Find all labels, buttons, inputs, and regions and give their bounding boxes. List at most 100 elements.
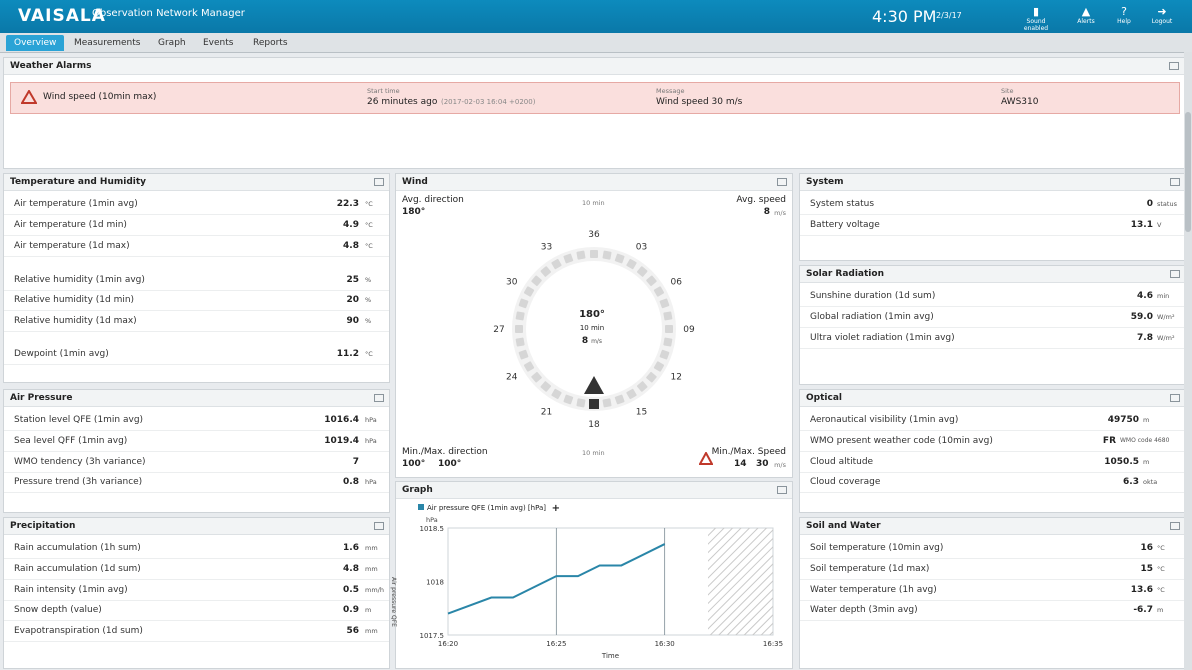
measurement-label: Rain accumulation (1h sum) xyxy=(14,543,141,553)
measurement-value: 13.1 xyxy=(1130,220,1153,230)
measurement-value: 6.3 xyxy=(1123,477,1139,487)
optical-panel: Optical Aeronautical visibility (1min av… xyxy=(799,389,1186,513)
measurement-label: Pressure trend (3h variance) xyxy=(14,477,143,487)
measurement-unit: mm xyxy=(365,627,378,635)
measurement-unit: okta xyxy=(1143,478,1158,486)
measurement-value: 90 xyxy=(346,316,359,326)
measurement-row: Global radiation (1min avg) 59.0 W/m² xyxy=(800,307,1185,328)
maximize-icon[interactable] xyxy=(374,394,384,402)
measurement-value: 4.8 xyxy=(343,564,359,574)
measurement-label: System status xyxy=(810,199,875,209)
maximize-icon[interactable] xyxy=(374,522,384,530)
message-caption: Message xyxy=(656,87,685,95)
maximize-icon[interactable] xyxy=(1170,394,1180,402)
avg-direction-label: Avg. direction xyxy=(402,195,464,205)
measurement-row: Sunshine duration (1d sum) 4.6 min xyxy=(800,286,1185,307)
min-direction-value: 100° xyxy=(402,459,426,469)
compass-label: 03 xyxy=(636,243,647,253)
maximize-icon[interactable] xyxy=(777,178,787,186)
min-speed-value: 14 xyxy=(734,459,747,469)
maximize-icon[interactable] xyxy=(1170,522,1180,530)
temperature-humidity-panel: Temperature and Humidity Air temperature… xyxy=(3,173,390,383)
compass-segment xyxy=(590,250,598,258)
compass-label: 06 xyxy=(671,278,683,288)
maximize-icon[interactable] xyxy=(1169,62,1179,70)
measurement-label: Sea level QFF (1min avg) xyxy=(14,436,128,446)
message-value: Wind speed 30 m/s xyxy=(656,97,743,107)
measurement-row: Water temperature (1h avg) 13.6 °C xyxy=(800,580,1185,601)
measurement-row: Rain intensity (1min avg) 0.5 mm/h xyxy=(4,580,389,601)
tab-measurements[interactable]: Measurements xyxy=(66,35,148,51)
measurement-unit: V xyxy=(1157,221,1162,229)
maximize-icon[interactable] xyxy=(374,178,384,186)
measurement-row: System status 0 status xyxy=(800,194,1185,215)
page-scrollbar[interactable] xyxy=(1184,52,1192,670)
maximize-icon[interactable] xyxy=(1170,178,1180,186)
measurement-value: 1019.4 xyxy=(324,436,359,446)
tab-events[interactable]: Events xyxy=(195,35,241,51)
measurement-label: Rain accumulation (1d sum) xyxy=(14,564,141,574)
measurement-label: Cloud altitude xyxy=(810,457,874,467)
future-region xyxy=(708,528,773,635)
max-speed-unit: m/s xyxy=(774,461,786,469)
alerts-label: Alerts xyxy=(1077,18,1095,25)
measurement-label: Relative humidity (1min avg) xyxy=(14,275,145,285)
site-value: AWS310 xyxy=(1001,97,1039,107)
pressure-line-chart[interactable]: 1017.5 1018 1018.5 16:20 16:25 16:30 16:35 Time xyxy=(396,482,792,668)
tab-reports[interactable]: Reports xyxy=(245,35,296,51)
compass-segment xyxy=(663,337,673,347)
measurement-unit: status xyxy=(1157,200,1177,208)
measurement-value: 0.9 xyxy=(343,605,359,615)
help-button[interactable]: ? Help xyxy=(1104,5,1144,25)
scrollbar-thumb[interactable] xyxy=(1185,112,1191,232)
measurement-value: 7 xyxy=(352,457,359,467)
compass-segment xyxy=(515,337,525,347)
sound-enabled-button[interactable]: ▮ Sound enabled xyxy=(1016,5,1056,32)
measurement-value: 1050.5 xyxy=(1104,457,1139,467)
measurement-row: Dewpoint (1min avg) 11.2 °C xyxy=(4,344,389,365)
measurement-value: 25 xyxy=(346,275,359,285)
measurement-value: 4.9 xyxy=(343,220,359,230)
measurement-value: 20 xyxy=(346,295,359,305)
avg-speed-value: 8 xyxy=(763,207,770,217)
wind-bottom-caption: 10 min xyxy=(582,449,605,457)
measurement-row: Relative humidity (1d max) 90% xyxy=(4,311,389,332)
compass-segment xyxy=(576,398,586,408)
logout-label: Logout xyxy=(1151,18,1173,25)
measurement-unit: °C xyxy=(365,350,373,358)
soil-water-panel: Soil and Water Soil temperature (10min a… xyxy=(799,517,1186,669)
start-time-detail: (2017-02-03 16:04 +0200) xyxy=(441,98,536,106)
compass-segment xyxy=(515,325,523,333)
measurement-row: Pressure trend (3h variance) 0.8 hPa xyxy=(4,472,389,493)
measurement-unit: °C xyxy=(1157,586,1165,594)
compass-label: 27 xyxy=(493,325,504,335)
measurement-row: Sea level QFF (1min avg) 1019.4 hPa xyxy=(4,431,389,452)
alerts-button[interactable]: ▲ Alerts xyxy=(1066,5,1106,25)
measurement-unit: % xyxy=(365,317,372,325)
precipitation-panel: Precipitation Rain accumulation (1h sum)… xyxy=(3,517,390,669)
help-label: Help xyxy=(1117,18,1131,25)
measurement-unit: °C xyxy=(1157,544,1165,552)
measurement-unit: mm xyxy=(365,565,378,573)
alarm-row[interactable]: Wind speed (10min max) Start time 26 min… xyxy=(10,82,1180,114)
measurement-row: Soil temperature (1d max) 15 °C xyxy=(800,559,1185,580)
measurement-row: Relative humidity (1min avg) 25% xyxy=(4,270,389,291)
speaker-icon: ▮ xyxy=(1032,5,1040,18)
measurement-unit: % xyxy=(365,276,372,284)
start-time-caption: Start time xyxy=(367,87,400,95)
compass-label: 21 xyxy=(541,407,552,417)
compass-segment xyxy=(663,311,673,321)
wind-panel: Wind Avg. direction 180° 10 min Avg. spe… xyxy=(395,173,793,478)
tab-overview[interactable]: Overview xyxy=(6,35,65,51)
logout-icon: ➜ xyxy=(1157,5,1167,18)
minmax-speed-label: Min./Max. Speed xyxy=(711,447,786,457)
x-tick-label: 16:30 xyxy=(655,640,675,648)
weather-alarms-title: Weather Alarms xyxy=(4,58,1184,75)
measurement-value: 0.8 xyxy=(343,477,359,487)
logout-button[interactable]: ➜ Logout xyxy=(1142,5,1182,25)
measurement-unit: m xyxy=(1157,606,1164,614)
optical-title: Optical xyxy=(800,390,1185,407)
x-axis-title: Time xyxy=(601,652,619,660)
maximize-icon[interactable] xyxy=(1170,270,1180,278)
tab-graph[interactable]: Graph xyxy=(150,35,194,51)
